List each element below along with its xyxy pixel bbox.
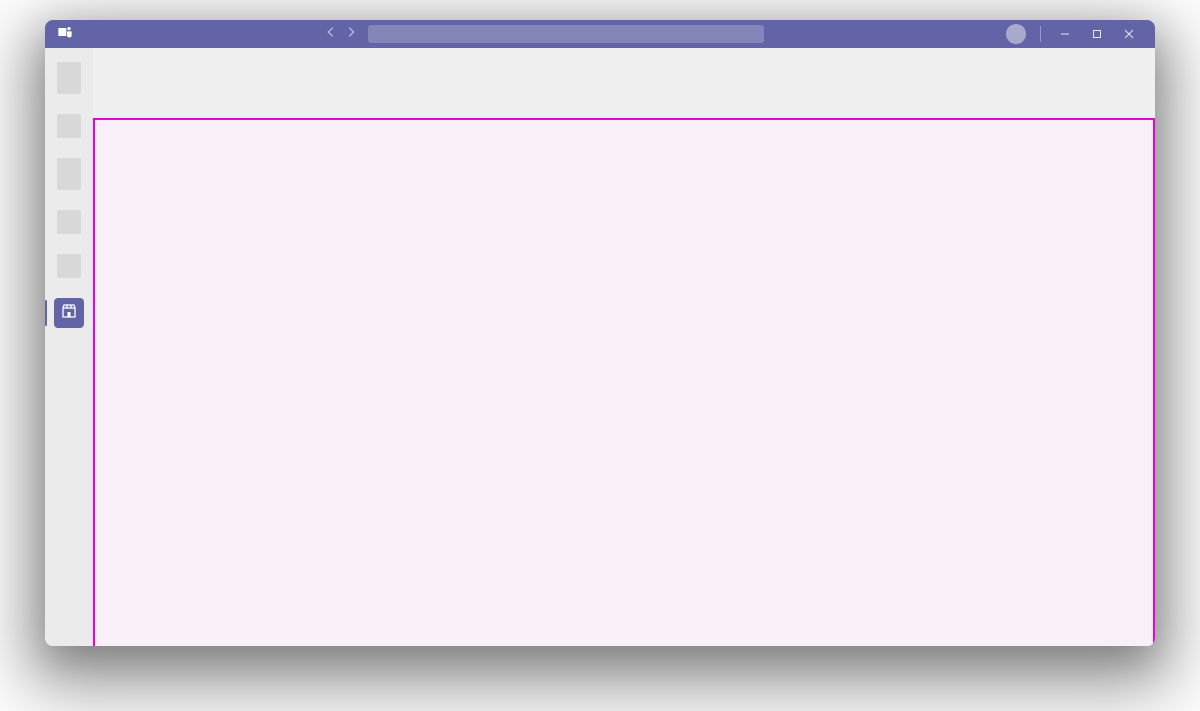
content-wrap: [93, 48, 1155, 646]
active-indicator: [45, 300, 47, 326]
close-button[interactable]: [1113, 20, 1145, 48]
sidebar-item-3[interactable]: [57, 158, 81, 190]
nav-arrows: [324, 25, 358, 44]
sidebar-item-5[interactable]: [57, 254, 81, 278]
app-window: [45, 20, 1155, 646]
search-input[interactable]: [368, 25, 764, 43]
sidebar-item-4[interactable]: [57, 210, 81, 234]
sidebar-item-1[interactable]: [57, 62, 81, 94]
back-button[interactable]: [324, 25, 338, 44]
user-avatar[interactable]: [1006, 24, 1026, 44]
sidebar-item-store[interactable]: [54, 298, 84, 328]
app-sidebar: [45, 48, 93, 646]
store-icon: [61, 303, 77, 324]
minimize-button[interactable]: [1049, 20, 1081, 48]
title-bar: [45, 20, 1155, 48]
body-area: [45, 48, 1155, 646]
content-header-placeholder: [93, 48, 1155, 118]
app-content-highlight: [93, 118, 1155, 646]
teams-app-icon: [55, 24, 81, 45]
maximize-button[interactable]: [1081, 20, 1113, 48]
win-divider: [1040, 26, 1041, 42]
window-controls: [1049, 20, 1145, 48]
forward-button[interactable]: [344, 25, 358, 44]
sidebar-item-2[interactable]: [57, 114, 81, 138]
